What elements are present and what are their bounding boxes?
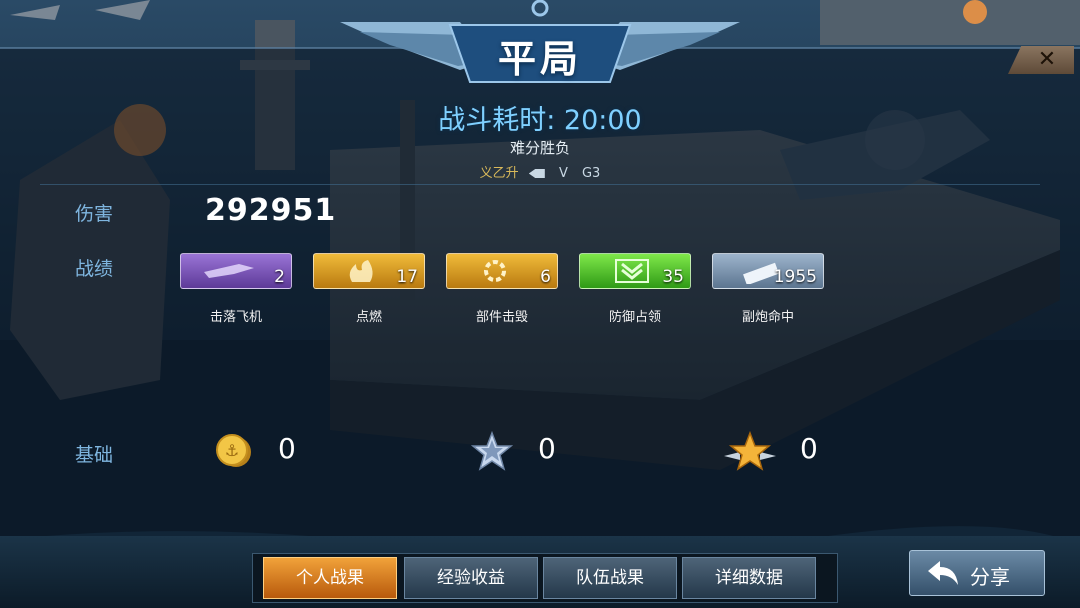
tab-team-results[interactable]: 队伍战果: [543, 557, 677, 599]
player-matchup: 义乙升 V G3: [340, 162, 740, 181]
basic-label: 基础: [75, 444, 114, 466]
divider: [40, 184, 1040, 185]
stat-badge-defense-capture[interactable]: 35: [579, 253, 691, 289]
stat-badge-ignite[interactable]: 17: [313, 253, 425, 289]
stat-badge-secondary-gun-hits[interactable]: 1955: [712, 253, 824, 289]
stat-label-parts-destroyed: 部件击毁: [475, 310, 528, 325]
player-left-name: 义乙升: [479, 166, 519, 181]
share-button[interactable]: 分享: [909, 550, 1045, 596]
result-description: 难分胜负: [509, 139, 570, 157]
silver-star-icon: [471, 430, 513, 471]
record-label: 战绩: [75, 258, 114, 280]
stat-value: 6: [540, 267, 551, 287]
stat-label-secondary-gun-hits: 副炮命中: [741, 310, 794, 325]
damage-label: 伤害: [75, 203, 114, 225]
tab-detailed-data[interactable]: 详细数据: [682, 557, 816, 599]
share-arrow-icon: [928, 561, 958, 585]
tab-personal-results[interactable]: 个人战果: [263, 557, 397, 599]
share-label: 分享: [970, 565, 1010, 589]
stat-value: 17: [396, 267, 418, 287]
gold-coin-icon: ⚓: [216, 434, 251, 467]
stat-badge-planes-downed[interactable]: 2: [180, 253, 292, 289]
stat-label-ignite: 点燃: [355, 310, 382, 325]
gold-star-value: 0: [800, 432, 818, 465]
stat-badge-parts-destroyed[interactable]: 6: [446, 253, 558, 289]
stat-value: 2: [274, 267, 285, 287]
svg-text:⚓: ⚓: [225, 441, 239, 460]
close-icon[interactable]: ✕: [1038, 47, 1056, 72]
stat-value: 1955: [773, 267, 817, 287]
vs-label: V: [558, 166, 568, 181]
coins-value: 0: [278, 432, 296, 465]
gear-broken-icon: [484, 260, 506, 282]
rank-insignia-icon: [528, 169, 545, 178]
battle-duration: 战斗耗时: 20:00: [438, 105, 642, 136]
damage-value: 292951: [205, 193, 337, 228]
chevron-shield-icon: [615, 259, 649, 283]
player-right-name: G3: [581, 166, 601, 181]
silver-star-value: 0: [538, 432, 556, 465]
planes-icon: [204, 264, 254, 278]
stat-value: 35: [662, 267, 684, 287]
fire-icon: [349, 260, 373, 282]
tab-experience-earnings[interactable]: 经验收益: [404, 557, 538, 599]
gold-star-wings-icon: [724, 430, 776, 471]
match-result-title: 平局: [497, 37, 582, 81]
stat-label-planes-downed: 击落飞机: [209, 310, 262, 325]
stat-label-defense-capture: 防御占领: [608, 310, 661, 325]
